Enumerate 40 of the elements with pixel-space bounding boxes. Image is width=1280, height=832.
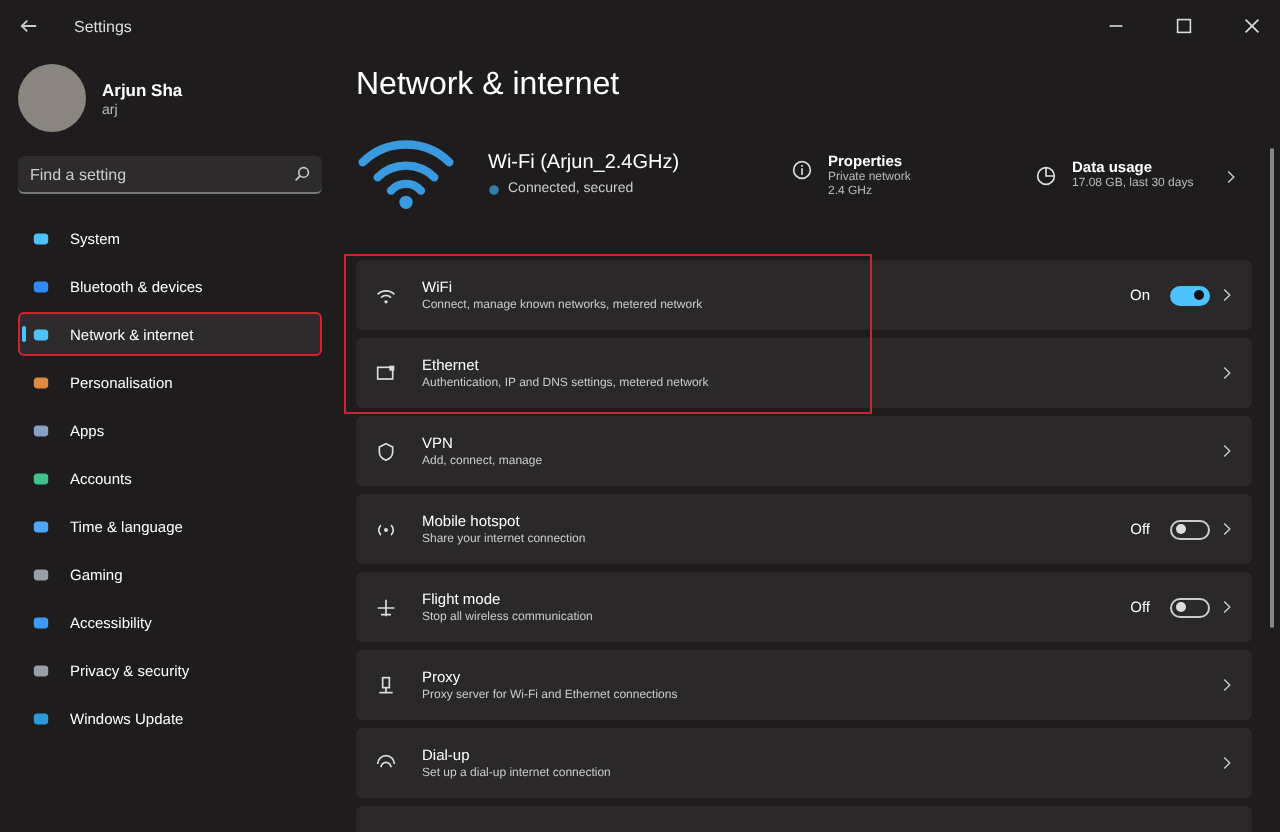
window-title: Settings [74, 17, 132, 35]
category-icon [32, 325, 50, 343]
maximize-icon[interactable] [1176, 18, 1192, 34]
category-icon [32, 373, 50, 391]
toggle-switch[interactable] [1170, 285, 1210, 305]
monitor-icon [376, 363, 396, 383]
chevron-icon [1222, 288, 1232, 302]
category-icon [32, 709, 50, 727]
category-icon [32, 517, 50, 535]
chevron-icon [1222, 756, 1232, 770]
profile-name: Arjun Sha [102, 79, 183, 99]
chevron-icon [1222, 678, 1232, 692]
chevron-icon [1222, 366, 1232, 380]
category-icon [32, 661, 50, 679]
category-icon [32, 421, 50, 439]
network-name: Wi-Fi (Arjun_2.4GHz) [488, 152, 682, 174]
chevron-icon [1222, 600, 1232, 614]
scrollbar[interactable] [1270, 148, 1274, 628]
chevron-icon [1222, 444, 1232, 458]
category-icon [32, 469, 50, 487]
search-icon [294, 166, 310, 182]
info-icon [792, 159, 812, 179]
category-icon [32, 613, 50, 631]
broadcast-icon [376, 519, 396, 539]
chevron-icon [1225, 170, 1236, 184]
page-title: Network & internet [356, 68, 622, 104]
toggle-switch[interactable] [1170, 597, 1210, 617]
wifi-icon [356, 136, 456, 212]
category-icon [32, 565, 50, 583]
shield-icon [376, 441, 396, 461]
category-icon [32, 229, 50, 247]
toggle-switch[interactable] [1170, 519, 1210, 539]
search-field[interactable]: Find a setting [18, 156, 322, 194]
pie-chart-icon [1036, 166, 1056, 186]
back-arrow-icon[interactable] [20, 18, 38, 34]
chevron-icon [1222, 522, 1232, 536]
category-icon [32, 277, 50, 295]
wifi-icon [376, 285, 396, 305]
avatar [18, 64, 86, 132]
close-icon[interactable] [1244, 18, 1260, 34]
